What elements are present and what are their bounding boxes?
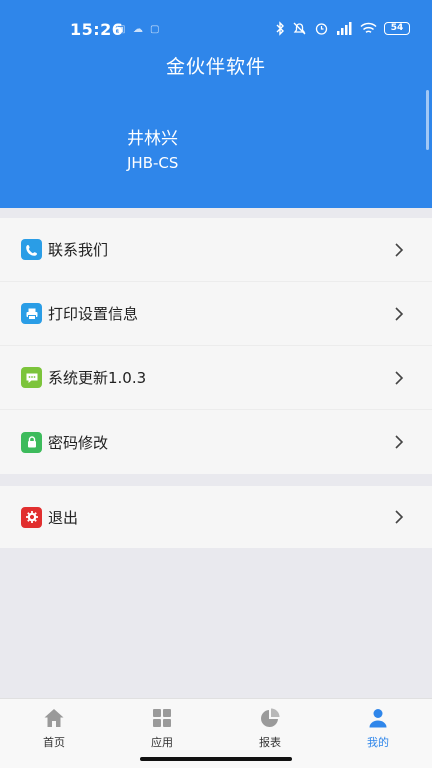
tab-label-apps: 应用 — [151, 736, 173, 749]
tab-mine[interactable]: 我的 — [348, 707, 408, 750]
signal-icon — [337, 22, 352, 35]
menu-label-change-password: 密码修改 — [48, 433, 109, 452]
camera-icon: ▣ — [116, 24, 126, 35]
tab-label-mine: 我的 — [367, 736, 389, 749]
pie-chart-icon — [261, 708, 280, 727]
settings-menu: 联系我们 打印设置信息 系统更新1.0.3 密码修改 — [0, 218, 432, 474]
scrollbar[interactable] — [426, 90, 429, 150]
lock-icon — [21, 431, 42, 453]
menu-item-contact[interactable]: 联系我们 — [0, 218, 432, 282]
menu-item-print-settings[interactable]: 打印设置信息 — [0, 282, 432, 346]
message-icon — [21, 367, 42, 388]
menu-label-logout: 退出 — [48, 508, 79, 527]
phone-icon — [21, 239, 42, 260]
printer-icon — [21, 303, 42, 324]
app-title: 金伙伴软件 — [165, 56, 266, 78]
menu-item-change-password[interactable]: 密码修改 — [0, 410, 432, 474]
chevron-right-icon — [395, 370, 404, 385]
app-icon: ▢ — [150, 24, 160, 35]
menu-item-system-update[interactable]: 系统更新1.0.3 — [0, 346, 432, 410]
menu-label-print-settings: 打印设置信息 — [48, 305, 139, 323]
tab-label-home: 首页 — [43, 736, 65, 749]
chevron-right-icon — [395, 242, 404, 257]
profile-header: 15:26 ▣ ☁ ▢ 54 金伙伴软件 井林兴 JHB-CS — [0, 0, 432, 208]
status-icons: 54 — [275, 21, 410, 36]
menu-label-system-update: 系统更新1.0.3 — [48, 369, 147, 387]
user-icon — [369, 709, 387, 728]
mute-icon — [293, 22, 306, 35]
gear-icon — [21, 506, 42, 528]
apps-icon — [153, 709, 171, 727]
cloud-icon: ☁ — [133, 24, 143, 35]
chevron-right-icon — [395, 510, 404, 524]
user-code: JHB-CS — [127, 154, 179, 172]
menu-item-logout[interactable]: 退出 — [0, 486, 432, 548]
home-icon — [44, 709, 64, 727]
logout-menu: 退出 — [0, 486, 432, 548]
menu-label-contact: 联系我们 — [48, 241, 109, 259]
bluetooth-icon — [276, 21, 284, 36]
tab-apps[interactable]: 应用 — [132, 707, 192, 750]
tab-label-reports: 报表 — [259, 736, 281, 749]
tab-reports[interactable]: 报表 — [240, 707, 300, 750]
chevron-right-icon — [395, 306, 404, 321]
home-indicator[interactable] — [140, 757, 292, 761]
status-bar: 15:26 ▣ ☁ ▢ 54 — [0, 0, 432, 44]
alarm-icon — [315, 23, 328, 35]
profile-screen: 15:26 ▣ ☁ ▢ 54 金伙伴软件 井林兴 JHB-CS 联系我们 打印设… — [0, 0, 432, 768]
tab-home[interactable]: 首页 — [24, 707, 84, 750]
user-name: 井林兴 — [127, 129, 178, 149]
battery-indicator: 54 — [384, 22, 410, 35]
chevron-right-icon — [395, 435, 404, 449]
wifi-icon — [360, 22, 377, 33]
